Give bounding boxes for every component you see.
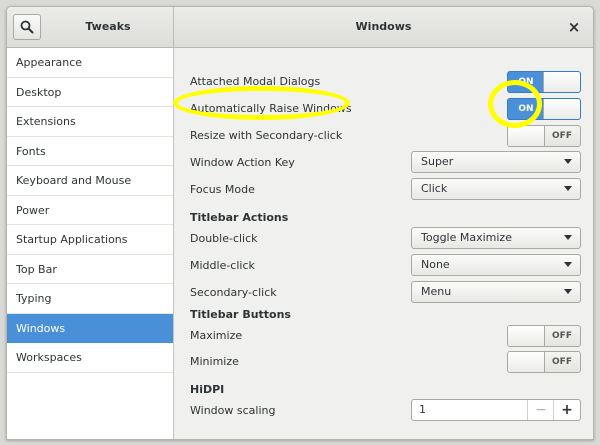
increment-button[interactable]: + [553, 400, 580, 420]
focus-mode-dropdown[interactable]: Click [411, 178, 581, 200]
secondary-click-row: Secondary-click Menu [190, 281, 581, 305]
search-icon [20, 20, 34, 34]
window-scaling-label: Window scaling [190, 404, 276, 417]
minimize-switch[interactable]: OFF [507, 351, 581, 373]
double-click-label: Double-click [190, 232, 258, 245]
sidebar-item-typing[interactable]: Typing [7, 284, 173, 314]
switch-state: OFF [552, 331, 572, 341]
titlebar-buttons-heading: Titlebar Buttons [190, 308, 291, 321]
page-title: Windows [355, 20, 412, 33]
window-action-key-row: Window Action Key Super [190, 151, 581, 175]
focus-mode-label: Focus Mode [190, 183, 255, 196]
focus-mode-row: Focus Mode Click [190, 178, 581, 202]
search-button[interactable] [13, 14, 41, 40]
chevron-down-icon [564, 186, 572, 191]
resize-secondary-label: Resize with Secondary-click [190, 129, 343, 142]
dropdown-value: Click [421, 182, 448, 195]
sidebar-item-power[interactable]: Power [7, 196, 173, 225]
sidebar-item-top-bar[interactable]: Top Bar [7, 255, 173, 284]
secondary-click-label: Secondary-click [190, 286, 277, 299]
dropdown-value: Super [421, 155, 454, 168]
tweaks-window: Tweaks Windows × Appearance Desktop Exte… [6, 6, 594, 440]
window-scaling-spinbutton[interactable]: 1 − + [411, 399, 581, 421]
switch-knob[interactable] [508, 326, 545, 346]
settings-panel: Attached Modal Dialogs ON Automatically … [174, 48, 593, 439]
resize-secondary-row: Resize with Secondary-click OFF [190, 124, 581, 148]
minimize-row: Minimize OFF [190, 350, 581, 374]
attached-modal-label: Attached Modal Dialogs [190, 75, 321, 88]
app-title: Tweaks [85, 20, 131, 33]
switch-knob[interactable] [508, 126, 545, 146]
window-action-key-label: Window Action Key [190, 156, 295, 169]
double-click-dropdown[interactable]: Toggle Maximize [411, 227, 581, 249]
switch-state: ON [518, 104, 534, 114]
window-scaling-input[interactable]: 1 [419, 400, 426, 420]
dropdown-value: Menu [421, 285, 452, 298]
sidebar-item-startup-applications[interactable]: Startup Applications [7, 225, 173, 255]
header-bar: Tweaks Windows × [7, 7, 593, 48]
sidebar-item-workspaces[interactable]: Workspaces [7, 343, 173, 373]
titlebar-actions-heading: Titlebar Actions [190, 211, 289, 224]
switch-knob[interactable] [543, 72, 580, 92]
maximize-label: Maximize [190, 329, 243, 342]
sidebar-item-fonts[interactable]: Fonts [7, 137, 173, 166]
maximize-switch[interactable]: OFF [507, 325, 581, 347]
window-action-key-dropdown[interactable]: Super [411, 151, 581, 173]
chevron-down-icon [564, 159, 572, 164]
switch-state: ON [518, 77, 534, 87]
sidebar-item-desktop[interactable]: Desktop [7, 78, 173, 107]
chevron-down-icon [564, 235, 572, 240]
middle-click-label: Middle-click [190, 259, 255, 272]
double-click-row: Double-click Toggle Maximize [190, 227, 581, 251]
auto-raise-label: Automatically Raise Windows [190, 102, 352, 115]
switch-state: OFF [552, 131, 572, 141]
window-scaling-row: Window scaling 1 − + [190, 399, 581, 423]
switch-knob[interactable] [508, 352, 545, 372]
chevron-down-icon [564, 289, 572, 294]
dropdown-value: Toggle Maximize [421, 231, 512, 244]
resize-secondary-switch[interactable]: OFF [507, 125, 581, 147]
chevron-down-icon [564, 262, 572, 267]
close-icon[interactable]: × [565, 18, 583, 36]
hidpi-heading: HiDPI [190, 383, 225, 396]
secondary-click-dropdown[interactable]: Menu [411, 281, 581, 303]
switch-state: OFF [552, 357, 572, 367]
sidebar-item-windows[interactable]: Windows [7, 313, 173, 343]
maximize-row: Maximize OFF [190, 324, 581, 348]
sidebar-item-appearance[interactable]: Appearance [7, 48, 173, 78]
attached-modal-switch[interactable]: ON [507, 71, 581, 93]
minimize-label: Minimize [190, 355, 239, 368]
auto-raise-switch[interactable]: ON [507, 98, 581, 120]
middle-click-dropdown[interactable]: None [411, 254, 581, 276]
decrement-button[interactable]: − [527, 400, 554, 420]
sidebar-item-extensions[interactable]: Extensions [7, 107, 173, 137]
sidebar: Appearance Desktop Extensions Fonts Keyb… [7, 48, 174, 439]
dropdown-value: None [421, 258, 450, 271]
sidebar-item-keyboard-and-mouse[interactable]: Keyboard and Mouse [7, 166, 173, 196]
attached-modal-row: Attached Modal Dialogs ON [190, 70, 581, 94]
middle-click-row: Middle-click None [190, 254, 581, 278]
auto-raise-row: Automatically Raise Windows ON [190, 97, 581, 121]
switch-knob[interactable] [543, 99, 580, 119]
